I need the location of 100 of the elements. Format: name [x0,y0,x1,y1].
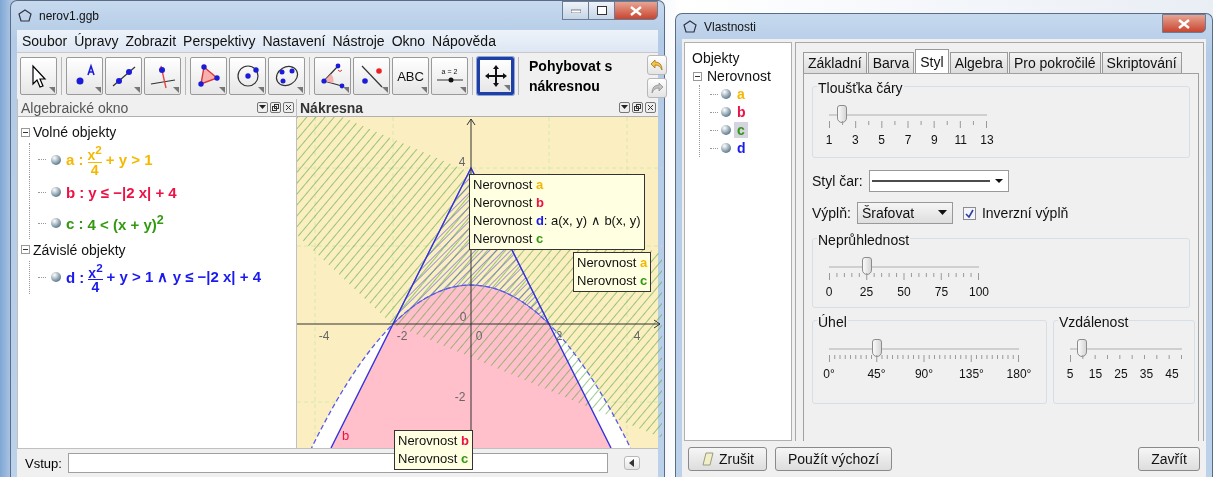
close-button[interactable] [1162,14,1206,33]
maximize-icon [596,6,607,15]
slider-scale-label: 0° [823,367,835,381]
tab[interactable]: Algebra [949,52,1008,73]
collapse-icon[interactable] [693,71,702,81]
panel-close-button[interactable] [283,102,294,113]
object-visibility-icon[interactable] [720,88,732,100]
tab[interactable]: Barva [867,52,915,73]
object-visibility-icon[interactable] [50,186,62,199]
slider-thumb[interactable] [871,339,882,357]
axis-tick-label: 0 [475,329,483,343]
input-field[interactable] [67,453,608,473]
slider-thumb[interactable] [1077,339,1088,357]
menu-item[interactable]: Nápověda [431,33,497,49]
tooltip-line: Nerovnost c [398,450,469,468]
close-button[interactable] [614,1,658,20]
slider-scale-label: 1 [825,133,833,147]
tree-item[interactable]: b [734,104,749,120]
panel-menu-button[interactable] [619,102,630,113]
slider-scale-label: 13 [980,133,994,147]
tool-button[interactable]: ABC [392,57,429,95]
minimize-icon [570,8,581,13]
maximize-button[interactable] [588,1,615,20]
undo-icon [650,58,664,71]
panel-close-button[interactable] [645,102,656,113]
minimize-button[interactable] [562,1,589,20]
tree-item[interactable]: Nerovnost [704,68,774,84]
collapse-icon[interactable] [21,245,30,255]
menu-item[interactable]: Perspektivy [182,33,257,49]
algebra-formula[interactable]: c : 4 < (x + y)$^{2}$ [66,213,164,234]
fill-dropdown[interactable]: Šrafovat [856,202,953,224]
checkbox[interactable] [962,206,976,220]
tool-button[interactable] [477,57,514,95]
tab[interactable]: Základní [803,52,867,73]
caret-icon [628,459,635,467]
tooltip-line: Nerovnost b [473,194,545,212]
object-visibility-icon[interactable] [720,124,732,136]
default-button[interactable]: Použít výchozí [775,447,893,471]
menu-item[interactable]: Soubor [21,33,69,49]
slider-thumb[interactable] [837,105,848,123]
app-logo-icon [682,18,698,35]
checkmark-icon [964,208,974,218]
close-icon [630,5,642,16]
menu-item[interactable]: Nástroje [331,33,386,49]
axis-tick-label: -4 [318,329,330,343]
collapse-icon[interactable] [21,127,30,137]
tooltip-line: Nerovnost c [577,272,648,290]
group-title: Vzdálenost [1058,314,1130,330]
circle-icon [234,63,261,89]
tooltip-line: Nerovnost a [473,176,545,194]
tooltip-line: Nerovnost c [473,230,545,248]
panel-menu-button[interactable] [257,102,268,113]
input-help-button[interactable] [623,456,640,470]
input-label: Vstup: [25,455,62,471]
tab[interactable]: Skriptování [1101,52,1182,73]
line-style-dropdown[interactable] [868,170,1009,192]
tool-button[interactable] [353,57,390,95]
tool-button[interactable] [229,57,266,95]
menu-item[interactable]: Nastavení [261,33,327,49]
tab[interactable]: Pro pokročilé [1008,52,1101,73]
algebra-formula[interactable]: b : y ≤ −|2 x| + 4 [66,183,177,201]
slider-scale-label: 100 [969,285,989,299]
menu-item[interactable]: Zobrazit [124,33,178,49]
slider-scale-label: 5 [1066,367,1074,381]
object-visibility-icon[interactable] [50,271,62,284]
object-visibility-icon[interactable] [720,142,732,154]
slider-scale-label: 75 [934,285,949,299]
tooltip-line: Nerovnost d: a(x, y) ∧ b(x, y) [473,212,641,230]
tool-button[interactable] [20,57,57,95]
tool-button[interactable] [144,57,181,95]
object-visibility-icon[interactable] [50,217,62,230]
undock-button[interactable] [270,102,281,113]
slider-thumb[interactable] [861,257,872,275]
undock-button[interactable] [632,102,643,113]
tool-button[interactable] [314,57,351,95]
slider-scale-label: 135° [959,367,984,381]
panel-title: Algebraické okno [21,99,129,116]
menu-item[interactable]: Úpravy [73,33,120,49]
line-sample-icon [871,179,990,183]
slider-scale-label: 3 [852,133,859,147]
cancel-button[interactable]: Zrušit [688,447,767,471]
tool-button[interactable] [268,57,305,95]
tool-button[interactable] [105,57,142,95]
tool-button[interactable] [190,57,227,95]
undo-button[interactable] [647,54,667,75]
close-icon [285,104,292,111]
close-button[interactable]: Zavřít [1138,447,1200,471]
triangle-icon [195,63,222,89]
group-title: Neprůhlednost [817,232,911,248]
object-visibility-icon[interactable] [720,106,732,118]
menu-item[interactable]: Okno [390,33,427,49]
tool-button[interactable] [66,57,103,95]
caret-icon [259,105,266,110]
object-visibility-icon[interactable] [50,153,62,166]
tree-item[interactable]: Objekty [689,50,743,66]
ellipse-icon [273,63,300,89]
panel-title: Nákresna [300,99,364,116]
tab[interactable]: Styl [915,49,949,73]
axis-tick-label: 0 [459,310,467,324]
tree-item[interactable]: d [734,140,749,156]
